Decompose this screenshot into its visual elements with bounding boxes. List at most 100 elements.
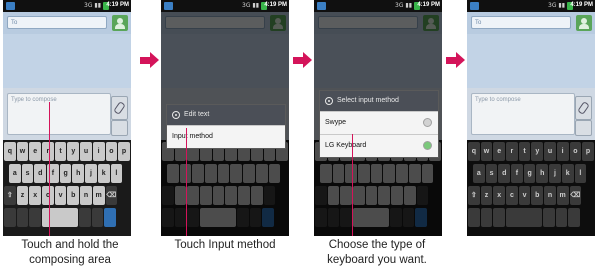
shift-key[interactable]: ⇧ [4,186,16,205]
backspace-key[interactable]: ⌫ [569,186,582,205]
symbols-key[interactable] [4,208,16,227]
screen-step-2: 3G ▮▮ 4:19 PM Edit text Input method [161,0,289,236]
key[interactable]: w [480,142,493,161]
notification-icon [164,2,173,10]
key[interactable]: l [110,164,123,183]
key[interactable]: u [80,142,92,161]
key[interactable]: c [42,186,54,205]
key[interactable]: v [54,186,67,205]
mic-key[interactable] [29,208,42,227]
notification-icon [470,2,479,10]
backspace-key[interactable]: ⌫ [105,186,118,205]
key[interactable]: h [536,164,549,183]
key[interactable]: v [518,186,531,205]
key[interactable]: f [511,164,523,183]
period-key[interactable] [79,208,91,227]
add-contact-button[interactable] [576,15,592,31]
key[interactable]: a [9,164,21,183]
key[interactable]: c [506,186,518,205]
to-field[interactable]: To [471,16,571,29]
key[interactable]: z [480,186,493,205]
settings-icon [172,111,180,119]
compose-field[interactable]: Type to compose [471,93,575,135]
key[interactable]: b [67,186,80,205]
screen-step-1: 3G ▮▮ 4:19 PM To Type to compose q w e r… [3,0,131,236]
send-button[interactable] [575,120,592,136]
to-field[interactable]: To [7,16,107,29]
key[interactable]: w [16,142,29,161]
lang-key[interactable] [555,208,568,227]
key[interactable]: q [4,142,16,161]
key[interactable]: k [97,164,110,183]
key[interactable]: j [85,164,97,183]
key[interactable]: y [531,142,544,161]
key[interactable]: a [473,164,485,183]
key[interactable]: y [67,142,80,161]
radio-unselected-icon[interactable] [423,118,432,127]
compose-field[interactable]: Type to compose [7,93,111,135]
radio-selected-icon[interactable] [423,141,432,150]
status-bar: 3G ▮▮ 4:19 PM [467,0,595,12]
key[interactable]: d [498,164,511,183]
key[interactable]: r [506,142,518,161]
key[interactable]: n [544,186,556,205]
option-lg-keyboard[interactable]: LG Keyboard [320,134,438,157]
key[interactable]: q [468,142,480,161]
key[interactable]: t [518,142,531,161]
key[interactable]: o [569,142,582,161]
key[interactable]: n [80,186,92,205]
key[interactable]: g [523,164,536,183]
signal-icon: 3G ▮▮ [242,2,259,9]
settings-icon [325,97,333,105]
mic-key[interactable] [480,208,493,227]
space-key[interactable] [506,208,543,227]
shift-key[interactable]: ⇧ [468,186,480,205]
key[interactable]: m [92,186,105,205]
key[interactable]: r [42,142,54,161]
attach-icon[interactable] [575,96,592,120]
key[interactable]: d [34,164,47,183]
key[interactable]: e [493,142,506,161]
enter-key[interactable] [568,208,581,227]
settings-key[interactable] [16,208,29,227]
key[interactable]: i [556,142,569,161]
key[interactable]: s [485,164,498,183]
key[interactable]: p [582,142,594,161]
symbols-key[interactable] [468,208,480,227]
option-label: Swype [325,119,347,126]
key[interactable]: j [549,164,561,183]
settings-key[interactable] [493,208,506,227]
send-button[interactable] [111,120,128,136]
space-key[interactable] [42,208,79,227]
enter-key[interactable] [104,208,117,227]
key[interactable]: b [531,186,544,205]
callout-line [186,128,187,236]
key[interactable]: x [29,186,42,205]
key[interactable]: t [54,142,67,161]
status-bar: 3G ▮▮ 4:19 PM [314,0,442,12]
key[interactable]: m [556,186,569,205]
key[interactable]: u [544,142,556,161]
key[interactable]: k [561,164,574,183]
option-swype[interactable]: Swype [320,111,438,134]
key[interactable]: o [105,142,118,161]
input-method-item[interactable]: Input method [167,125,285,148]
key[interactable]: z [16,186,29,205]
key[interactable]: e [29,142,42,161]
attach-icon[interactable] [111,96,128,120]
key[interactable]: l [574,164,587,183]
caption-step-3: Choose the type of keyboard you want. [307,238,447,268]
dialog-title-text: Select input method [337,97,399,104]
caption-text: Touch Input method [174,239,276,251]
key[interactable]: p [118,142,130,161]
lang-key[interactable] [91,208,104,227]
key[interactable]: s [21,164,34,183]
key[interactable]: h [72,164,85,183]
key[interactable]: i [92,142,105,161]
add-contact-button[interactable] [112,15,128,31]
period-key[interactable] [543,208,555,227]
keyboard-row-3: ⇧ z x c v b n m ⌫ [4,186,118,205]
key[interactable]: x [493,186,506,205]
status-bar: 3G ▮▮ 4:19 PM [3,0,131,12]
key[interactable]: g [59,164,72,183]
